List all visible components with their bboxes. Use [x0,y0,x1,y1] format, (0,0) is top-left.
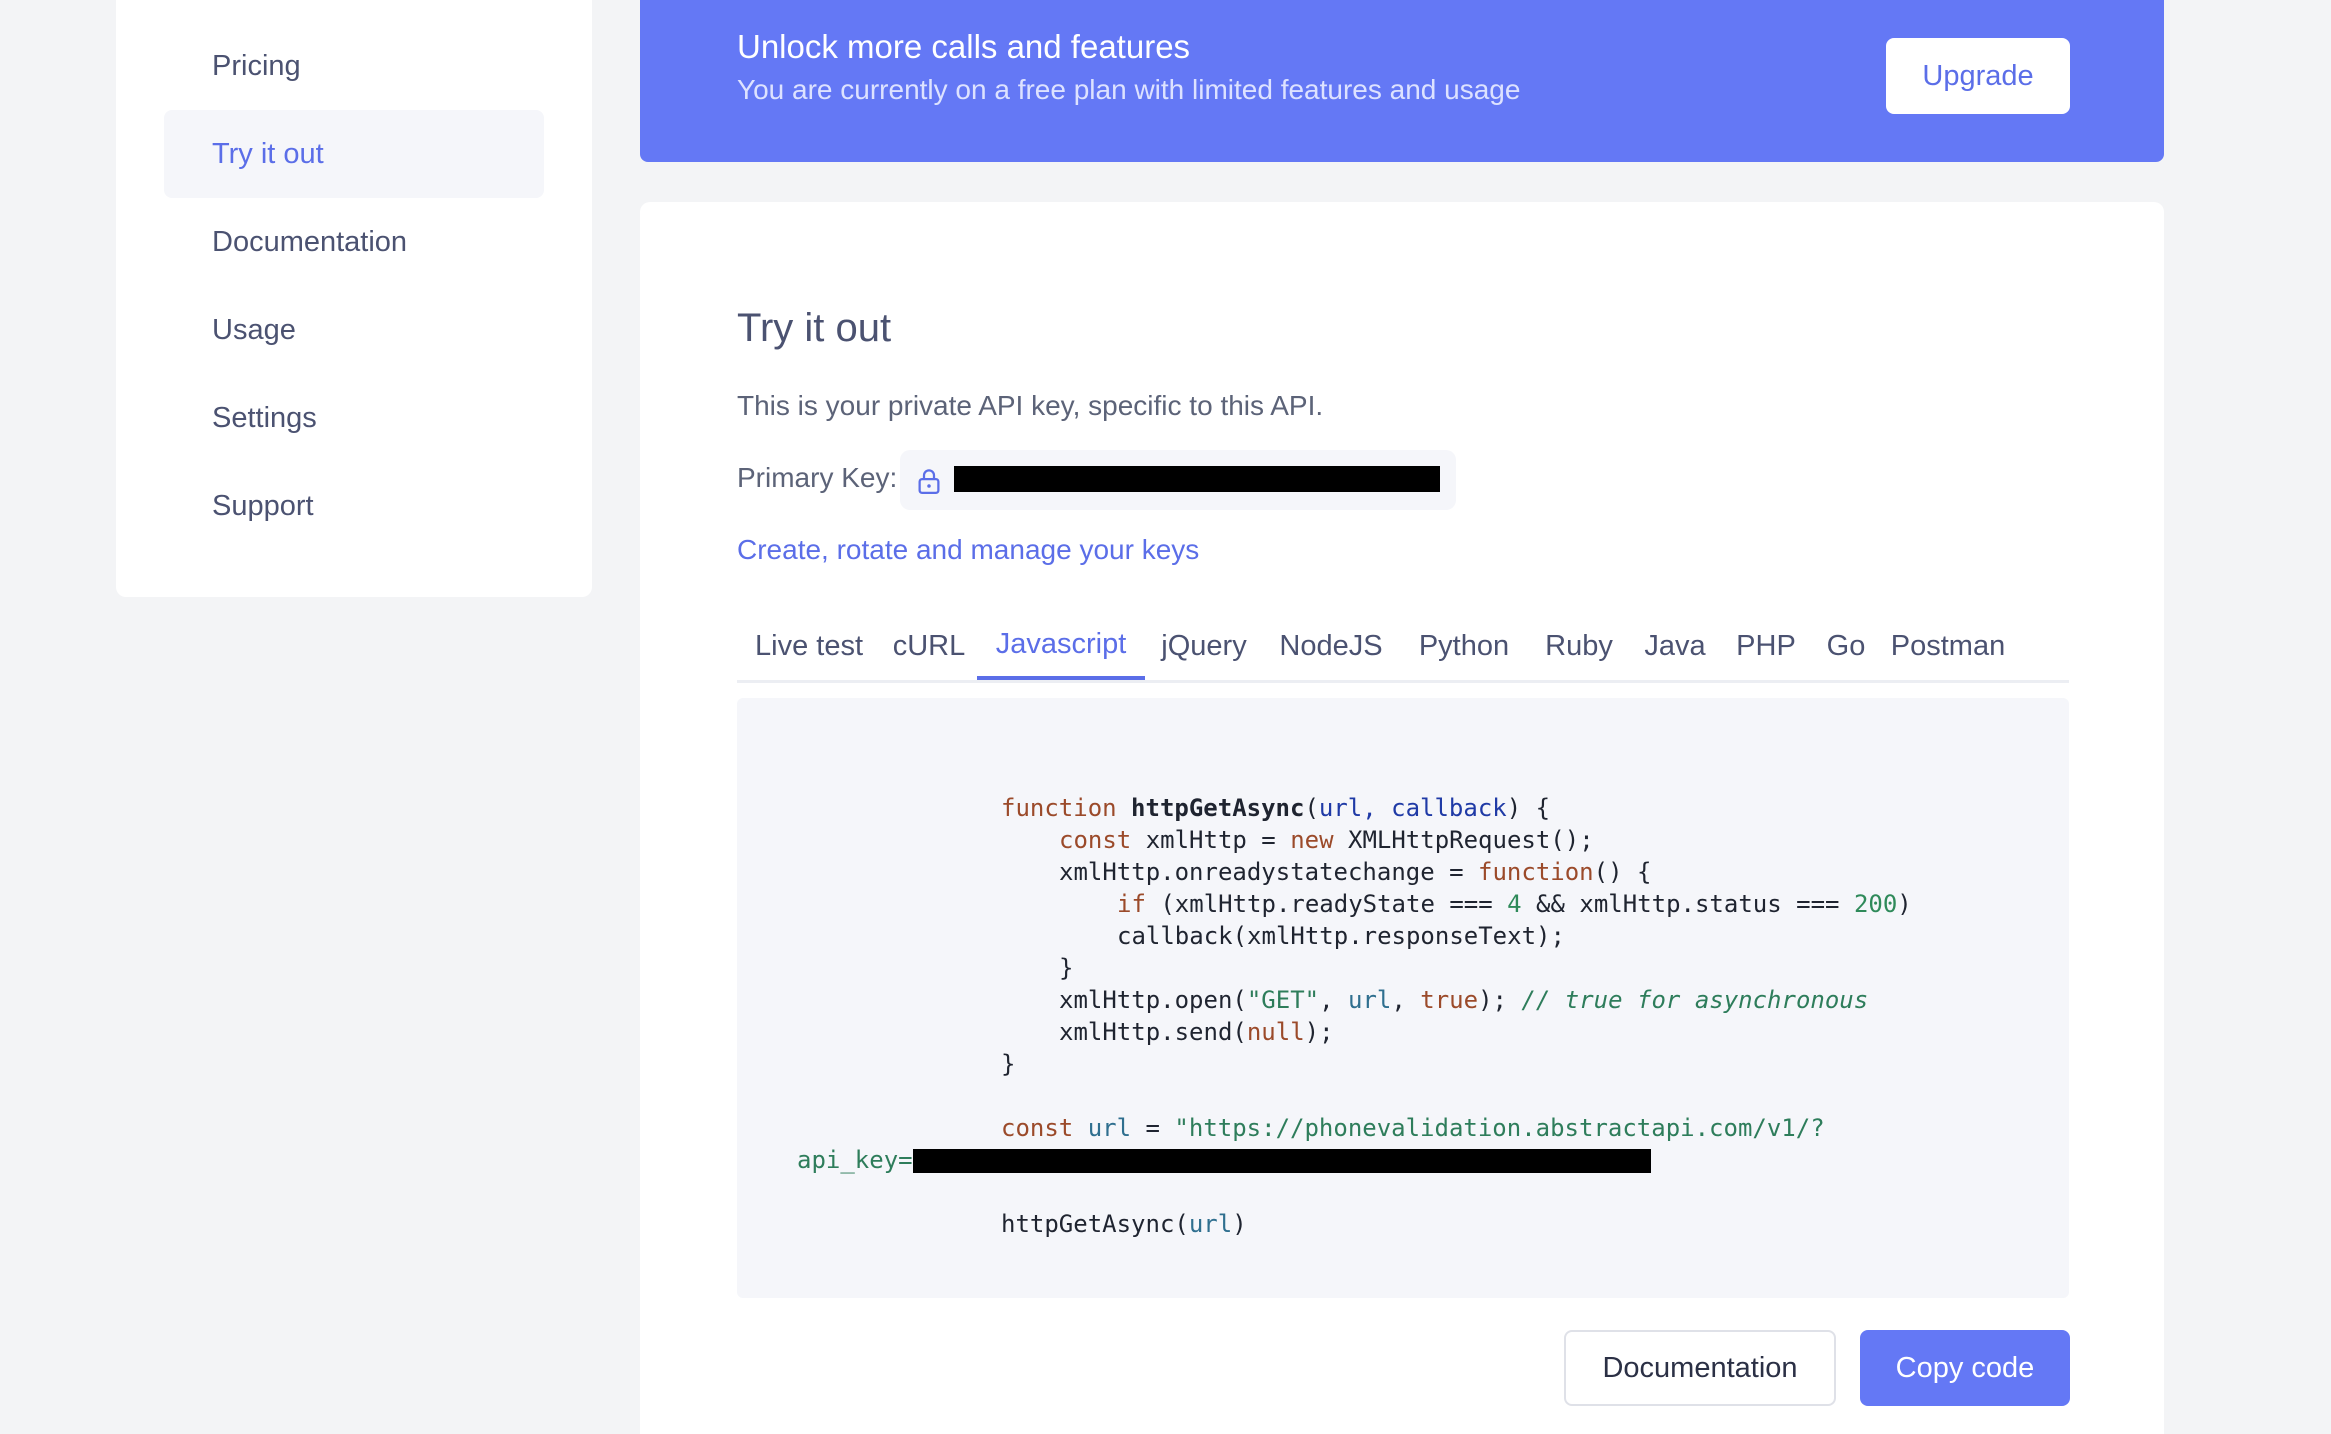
tab-php[interactable]: PHP [1721,612,1811,680]
sidebar-item-documentation[interactable]: Documentation [164,198,544,286]
code-line: const url = "https://phonevalidation.abs… [1001,1114,1825,1142]
manage-keys-link[interactable]: Create, rotate and manage your keys [737,534,1199,566]
code-line: xmlHttp.open("GET", url, true); // true … [1059,986,1869,1014]
sidebar-item-label: Pricing [212,49,301,82]
sidebar-item-try-it-out[interactable]: Try it out [164,110,544,198]
copy-code-button[interactable]: Copy code [1860,1330,2070,1406]
documentation-button[interactable]: Documentation [1564,1330,1836,1406]
tab-postman[interactable]: Postman [1881,612,2015,680]
sidebar-item-label: Documentation [212,225,408,258]
tab-javascript[interactable]: Javascript [977,612,1145,680]
redacted-api-key [954,466,1440,492]
code-line: function httpGetAsync(url, callback) { [1001,794,1551,822]
code-line: } [1001,1050,1016,1078]
code-line: callback(xmlHttp.responseText); [1117,922,1565,950]
tab-curl[interactable]: cURL [881,612,977,680]
code-line: xmlHttp.onreadystatechange = function() … [1059,858,1652,886]
code-line: api_key= [797,1144,1651,1176]
code-line: httpGetAsync(url) [1001,1210,1247,1238]
code-snippet[interactable]: function httpGetAsync(url, callback) { c… [737,698,2069,1298]
code-line: const xmlHttp = new XMLHttpRequest(); [1059,826,1594,854]
tab-nodejs[interactable]: NodeJS [1263,612,1399,680]
primary-key-field[interactable] [900,450,1456,510]
api-key-description: This is your private API key, specific t… [737,390,1324,421]
lock-icon [918,469,940,494]
sidebar-item-label: Try it out [212,137,324,170]
banner-subtitle: You are currently on a free plan with li… [737,74,1521,105]
sidebar-item-usage[interactable]: Usage [164,286,544,374]
try-it-out-card: Try it out This is your private API key,… [640,202,2164,1434]
primary-key-label: Primary Key: [737,462,898,493]
sidebar: Pricing Try it out Documentation Usage S… [116,0,592,597]
language-tabs: Live test cURL Javascript jQuery NodeJS … [737,612,2069,683]
tab-ruby[interactable]: Ruby [1529,612,1629,680]
sidebar-item-label: Settings [212,401,317,434]
sidebar-item-label: Support [212,489,314,522]
code-line: if (xmlHttp.readyState === 4 && xmlHttp.… [1117,890,1912,918]
tab-go[interactable]: Go [1811,612,1881,680]
tab-python[interactable]: Python [1399,612,1529,680]
redacted-api-key-in-code [912,1149,1651,1173]
code-line: } [1059,954,1074,982]
sidebar-item-label: Usage [212,313,296,346]
upgrade-button[interactable]: Upgrade [1886,38,2070,114]
banner-title: Unlock more calls and features [737,28,1191,65]
code-line: xmlHttp.send(null); [1059,1018,1334,1046]
sidebar-item-support[interactable]: Support [164,462,544,550]
tab-java[interactable]: Java [1629,612,1721,680]
sidebar-item-pricing[interactable]: Pricing [164,22,544,110]
sidebar-item-settings[interactable]: Settings [164,374,544,462]
upgrade-banner: Unlock more calls and features You are c… [640,0,2164,162]
tab-live-test[interactable]: Live test [737,612,881,680]
page-title: Try it out [737,306,892,350]
tab-jquery[interactable]: jQuery [1145,612,1263,680]
